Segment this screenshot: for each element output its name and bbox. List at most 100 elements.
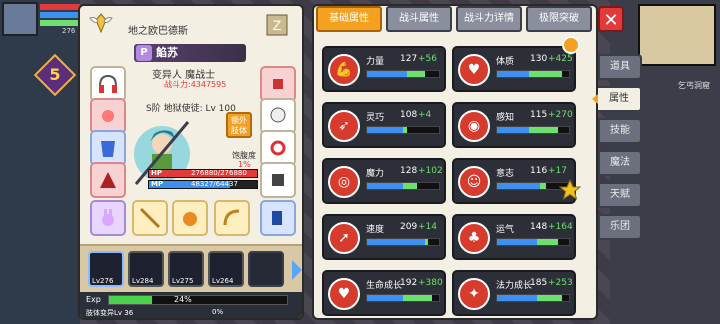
exp-bar-fill <box>109 296 152 304</box>
attribute-bar-base <box>497 71 530 77</box>
character-subname: P 餡苏 <box>134 44 246 62</box>
exp-label: Exp <box>86 295 101 304</box>
hp-bar: HP 276880/276880 <box>148 169 258 178</box>
spear-icon <box>139 207 161 229</box>
party-slot-level: Lv284 <box>132 277 154 285</box>
mutation-level-label: 肢体变异Lv 36 <box>86 309 134 317</box>
equip-slot-bow[interactable] <box>214 200 250 236</box>
equip-slot-earring[interactable] <box>260 66 296 102</box>
character-title: 地之欧巴德斯 <box>128 26 188 37</box>
subname-text: 餡苏 <box>156 46 178 59</box>
attribute-bar <box>496 238 570 246</box>
close-button[interactable]: ✕ <box>598 6 624 32</box>
party-slot-level: Lv264 <box>212 277 234 285</box>
party-slot-5[interactable] <box>248 251 284 287</box>
attribute-bar-base <box>367 239 425 245</box>
tab-limit-break[interactable]: 极限突破 <box>526 6 592 32</box>
party-slot-2[interactable]: Lv284 <box>128 251 164 287</box>
mp-bar: MP 48327/64437 <box>148 180 258 189</box>
attribute-value: 148 <box>530 222 548 232</box>
party-slot-1[interactable]: Lv276 <box>88 251 124 287</box>
attribute-bar <box>366 126 440 134</box>
side-tab-items[interactable]: 道具 <box>598 54 642 80</box>
side-tab-talents[interactable]: 天赋 <box>598 182 642 208</box>
side-tab-attributes[interactable]: 属性 <box>592 86 642 112</box>
equip-slot-cloak[interactable] <box>90 162 126 198</box>
equip-slot-bunny[interactable] <box>90 200 126 236</box>
equip-slot-helmet[interactable] <box>90 66 126 102</box>
star-icon[interactable] <box>558 178 582 202</box>
equip-slot-armor[interactable] <box>90 130 126 166</box>
necklace-icon <box>102 110 114 122</box>
attribute-value: 209 <box>400 222 418 232</box>
attribute-card[interactable]: ♥ 生命成长 192 +380 <box>322 270 446 316</box>
attribute-bar-base <box>497 183 541 189</box>
party-next-arrow-icon[interactable] <box>292 260 302 280</box>
luck-icon: ♣ <box>458 222 490 254</box>
side-tab-skills[interactable]: 技能 <box>598 118 642 144</box>
party-slot-level: Lv276 <box>92 277 114 285</box>
attribute-bar <box>366 238 440 246</box>
attribute-card[interactable]: ♣ 运气 148 +164 <box>452 214 576 260</box>
equip-slot-boots[interactable] <box>260 200 296 236</box>
attribute-bar-bonus <box>403 183 418 189</box>
player-avatar[interactable] <box>2 2 38 36</box>
exp-percent: 24% <box>174 295 192 304</box>
equip-slot-plant[interactable] <box>172 200 208 236</box>
side-tab-magic[interactable]: 魔法 <box>598 150 642 176</box>
agility-icon: ➶ <box>328 110 360 142</box>
attribute-bonus: +380 <box>418 278 443 288</box>
attribute-bar-base <box>497 295 537 301</box>
attribute-name: 意志 <box>496 169 515 179</box>
boots-icon <box>272 211 282 225</box>
attribute-value: 108 <box>400 110 418 120</box>
equip-slot-necklace[interactable] <box>90 98 126 134</box>
party-slot-3[interactable]: Lv275 <box>168 251 204 287</box>
attribute-bar-base <box>367 183 403 189</box>
bunny-icon <box>102 209 114 226</box>
life-growth-icon: ♥ <box>328 278 360 310</box>
ring-icon <box>270 140 286 156</box>
equip-slot-gloves[interactable] <box>260 162 296 198</box>
player-level-text: 5 <box>49 65 61 84</box>
attribute-bar-base <box>497 127 530 133</box>
attribute-name: 魔力 <box>366 169 385 179</box>
tab-power-details[interactable]: 战斗力详情 <box>456 6 522 32</box>
equip-slot-accessory[interactable] <box>260 98 296 134</box>
attribute-card[interactable]: ♥ 体质 130 +425 <box>452 46 576 92</box>
hp-tag: HP <box>151 169 162 177</box>
attribute-name: 力量 <box>366 57 385 67</box>
flask-icon[interactable] <box>562 36 580 54</box>
character-header: 地之欧巴德斯 Z <box>80 6 302 40</box>
subname-badge: P <box>136 45 152 61</box>
attribute-bonus: +270 <box>548 110 573 120</box>
attribute-bar <box>496 294 570 302</box>
attribute-bar <box>366 70 440 78</box>
side-tab-band[interactable]: 乐团 <box>598 214 642 240</box>
attribute-bar-base <box>367 127 403 133</box>
attribute-bar-bonus <box>406 71 425 77</box>
extra-limb-button[interactable]: 额外 肢体 <box>226 112 252 138</box>
party-slot-4[interactable]: Lv264 <box>208 251 244 287</box>
attribute-card[interactable]: ➚ 速度 209 +14 <box>322 214 446 260</box>
minimap[interactable] <box>638 4 716 66</box>
mp-tag: MP <box>151 180 164 188</box>
attribute-card[interactable]: 💪 力量 127 +56 <box>322 46 446 92</box>
attribute-bar-base <box>497 239 537 245</box>
left-hud-area <box>0 0 80 324</box>
equip-slot-weapon[interactable] <box>132 200 168 236</box>
combat-power: 战斗力:4347595 <box>164 80 227 89</box>
attribute-bonus: +102 <box>418 166 443 176</box>
exp-bar <box>108 295 288 305</box>
attribute-card[interactable]: ✦ 法力成长 185 +253 <box>452 270 576 316</box>
tab-basic-attributes[interactable]: 基础属性 <box>316 6 382 32</box>
wings-emblem-icon <box>89 13 113 34</box>
player-level-small: 276 <box>62 27 76 35</box>
attribute-card[interactable]: ◉ 感知 115 +270 <box>452 102 576 148</box>
rank-z-icon: Z <box>266 14 288 36</box>
pumpkin-icon <box>183 212 197 226</box>
attribute-card[interactable]: ◎ 魔力 128 +102 <box>322 158 446 204</box>
equip-slot-ring[interactable] <box>260 130 296 166</box>
tab-combat-attributes[interactable]: 战斗属性 <box>386 6 452 32</box>
attribute-card[interactable]: ➶ 灵巧 108 +4 <box>322 102 446 148</box>
